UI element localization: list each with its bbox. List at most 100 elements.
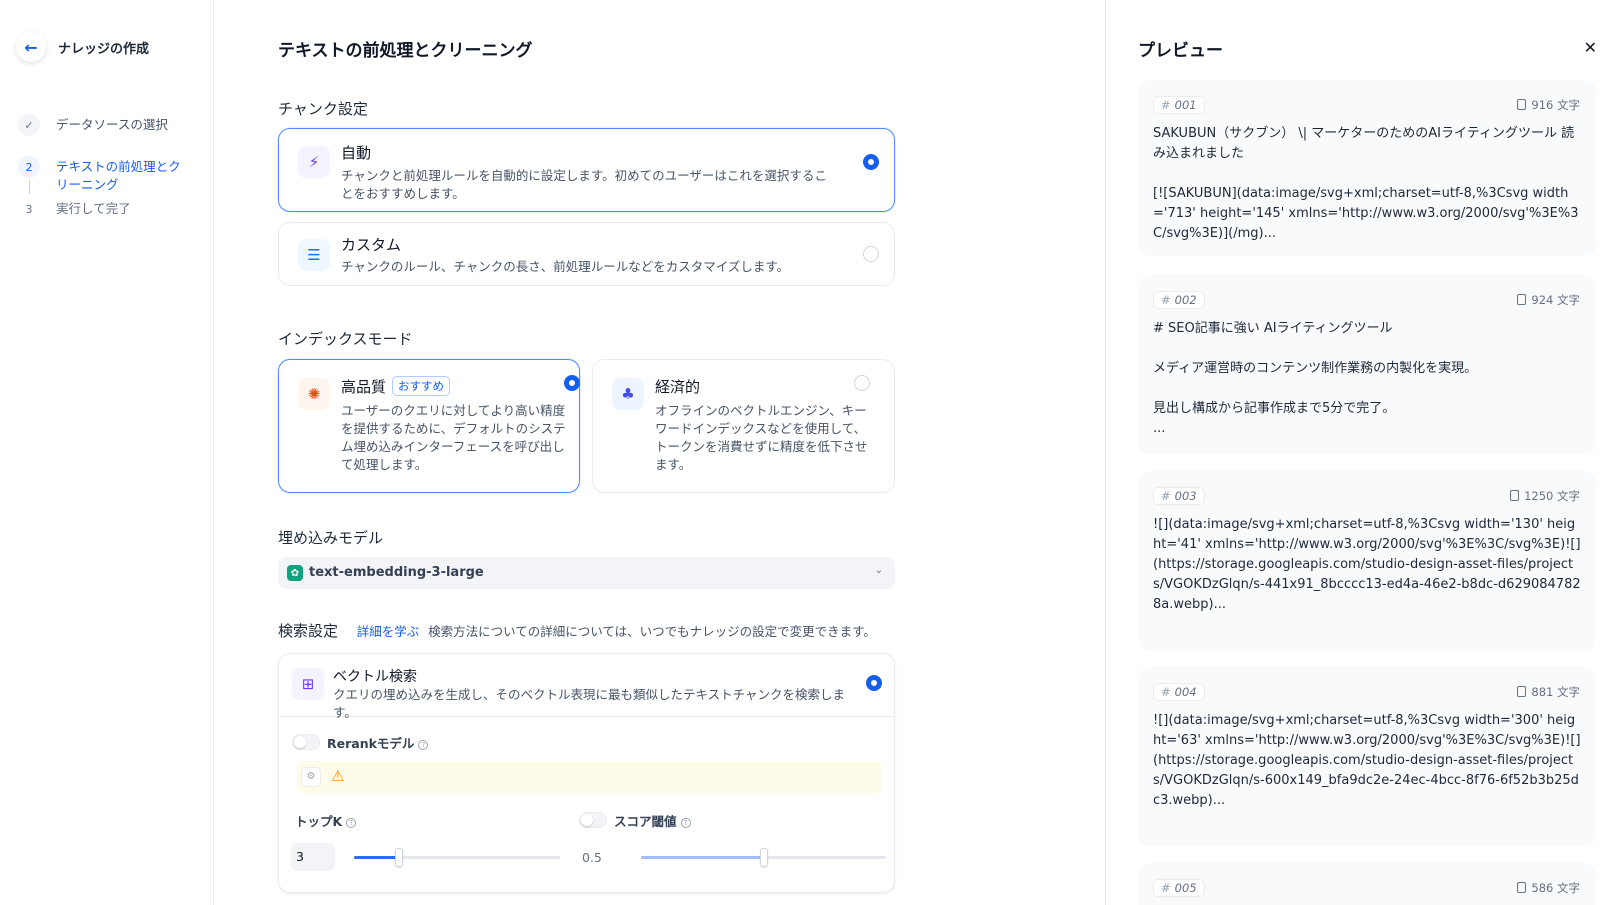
chunk-id: #002 (1153, 291, 1205, 309)
option-title: 自動 (341, 144, 372, 162)
chunk-count-text: 924 文字 (1531, 293, 1580, 307)
chunk-text: # SEO記事に強い AIライティングツール メディア運営時のコンテンツ制作業務… (1153, 321, 1478, 436)
index-high-quality-option[interactable]: ✺ 高品質 おすすめ ユーザーのクエリに対してより高い精度を提供するために、デフォ… (278, 359, 580, 493)
topk-slider-fill (354, 856, 400, 859)
chunk-char-count: 586 文字 (1517, 880, 1580, 896)
embedding-model-select[interactable]: ✿ text-embedding-3-large ⌄ (278, 557, 895, 589)
step-label: データソースの選択 (56, 117, 168, 132)
openai-icon: ✿ (287, 565, 303, 581)
radio-vector-search[interactable] (866, 675, 882, 691)
radio-high-quality[interactable] (564, 375, 580, 391)
hash-icon: # (1161, 293, 1171, 307)
chunk-settings-title: チャンク設定 (278, 100, 368, 118)
chunk-id-text: 004 (1174, 685, 1197, 699)
chunk-id: #001 (1153, 96, 1205, 114)
chevron-down-icon: ⌄ (874, 565, 883, 576)
hash-icon: # (1161, 489, 1171, 503)
page-title: テキストの前処理とクリーニング (278, 41, 533, 61)
radio-auto[interactable] (863, 154, 879, 170)
topk-label: トップK? (295, 811, 357, 830)
chunk-char-count: 881 文字 (1517, 684, 1580, 700)
document-icon (1517, 294, 1527, 305)
back-arrow-icon[interactable]: ← (16, 32, 46, 62)
search-settings-title: 検索設定 (278, 622, 339, 640)
document-icon (1510, 490, 1520, 501)
step-preprocess[interactable]: 2 テキストの前処理とクリーニング (18, 156, 188, 194)
rerank-label-text: Rerankモデル (327, 736, 415, 751)
chunk-id-text: 005 (1174, 881, 1197, 895)
chunk-char-count: 924 文字 (1517, 292, 1580, 308)
chunk-count-text: 916 文字 (1531, 98, 1580, 112)
embedding-model-title: 埋め込みモデル (278, 529, 384, 547)
score-slider-fill (641, 856, 764, 859)
step-datasource[interactable]: ✓ データソースの選択 (18, 114, 188, 136)
learn-more-link[interactable]: 詳細を学ぶ (357, 624, 420, 639)
option-desc: ユーザーのクエリに対してより高い精度を提供するために、デフォルトのシステム埋め込… (341, 403, 566, 472)
chunk-custom-option[interactable]: ☰ カスタム チャンクのルール、チャンクの長さ、前処理ルールなどをカスタマイズし… (278, 222, 895, 286)
topk-input[interactable]: 3 (291, 843, 335, 871)
chunk-id-text: 003 (1174, 489, 1197, 503)
option-desc: クエリの埋め込みを生成し、そのベクトル表現に最も類似したテキストチャンクを検索し… (333, 687, 846, 720)
recommended-badge: おすすめ (392, 376, 451, 396)
search-settings-header: 検索設定 詳細を学ぶ 検索方法についての詳細については、いつでもナレッジの設定で… (278, 620, 918, 641)
option-title: カスタム (341, 236, 402, 254)
chunk-count-text: 881 文字 (1531, 685, 1580, 699)
topk-slider[interactable] (354, 848, 560, 867)
score-threshold-slider[interactable] (641, 848, 886, 867)
rerank-warning-bar: ⚙ ⚠ (297, 761, 882, 793)
topk-slider-handle[interactable] (395, 848, 404, 867)
step-number: 3 (25, 202, 33, 216)
sidebar: ← ナレッジの作成 ✓ データソースの選択 2 テキストの前処理とクリーニング … (0, 0, 214, 905)
chunk-card: #001 916 文字 SAKUBUN（サクブン） \| マーケターのためのAI… (1138, 80, 1596, 256)
chunk-card: #005 586 文字 (1138, 863, 1596, 905)
index-economy-option[interactable]: ♣ 経済的 オフラインのベクトルエンジン、キーワードインデックスなどを使用して、… (592, 359, 895, 493)
close-icon[interactable]: ✕ (1584, 38, 1597, 57)
chunk-id: #004 (1153, 683, 1205, 701)
chunk-auto-option[interactable]: ⚡ 自動 チャンクと前処理ルールを自動的に設定します。初めてのユーザーはこれを選… (278, 128, 895, 212)
score-slider-handle[interactable] (759, 848, 768, 867)
document-icon (1517, 686, 1527, 697)
option-title-text: 高品質 (341, 378, 387, 396)
hash-icon: # (1161, 881, 1171, 895)
sun-icon: ✺ (298, 378, 330, 410)
rerank-toggle[interactable] (292, 734, 320, 750)
warning-icon: ⚠ (331, 767, 345, 785)
vector-search-icon: ⊞ (292, 668, 324, 700)
chunk-text: SAKUBUN（サクブン） \| マーケターのためのAIライティングツール 読み… (1153, 126, 1579, 241)
option-desc: チャンクのルール、チャンクの長さ、前処理ルールなどをカスタマイズします。 (341, 259, 790, 274)
lightning-icon: ⚡ (298, 146, 330, 178)
option-desc: オフラインのベクトルエンジン、キーワードインデックスなどを使用して、トークンを消… (655, 403, 868, 472)
step-connector (29, 180, 30, 194)
help-icon: ? (418, 740, 429, 750)
sliders-icon: ☰ (298, 239, 330, 271)
vector-search-card[interactable]: ⊞ ベクトル検索 クエリの埋め込みを生成し、そのベクトル表現に最も類似したテキス… (278, 653, 895, 893)
option-title: ベクトル検索 (333, 669, 417, 685)
step-execute: 3 実行して完了 (18, 198, 188, 220)
radio-economy[interactable] (854, 375, 870, 391)
radio-custom[interactable] (863, 246, 879, 262)
check-icon: ✓ (18, 114, 40, 136)
document-icon (1517, 99, 1527, 110)
score-threshold-value: 0.5 (582, 850, 602, 865)
option-title: 経済的 (655, 378, 701, 396)
hash-icon: # (1161, 98, 1171, 112)
chunk-id-text: 001 (1174, 98, 1197, 112)
chunk-char-count: 916 文字 (1517, 97, 1580, 113)
hash-icon: # (1161, 685, 1171, 699)
score-label-text: スコア閾値 (614, 814, 677, 829)
chunk-count-text: 1250 文字 (1524, 489, 1580, 503)
search-settings-hint: 検索方法についての詳細については、いつでもナレッジの設定で変更できます。 (428, 624, 876, 639)
chunk-count-text: 586 文字 (1531, 881, 1580, 895)
chunk-card: #002 924 文字 # SEO記事に強い AIライティングツール メディア運… (1138, 275, 1596, 455)
embedding-model-value: text-embedding-3-large (309, 565, 484, 580)
chunk-id-text: 002 (1174, 293, 1197, 307)
preview-panel: プレビュー ✕ #001 916 文字 SAKUBUN（サクブン） \| マーケ… (1105, 0, 1619, 905)
model-placeholder-icon: ⚙ (301, 767, 321, 787)
step-label: 実行して完了 (56, 201, 131, 216)
step-label: テキストの前処理とクリーニング (56, 159, 181, 192)
chunk-text: ![](data:image/svg+xml;charset=utf-8,%3C… (1153, 517, 1581, 612)
rerank-label: Rerankモデル? (327, 733, 429, 752)
score-threshold-toggle[interactable] (579, 812, 607, 828)
preview-title: プレビュー (1138, 41, 1223, 61)
chunk-card: #003 1250 文字 ![](data:image/svg+xml;char… (1138, 471, 1596, 651)
